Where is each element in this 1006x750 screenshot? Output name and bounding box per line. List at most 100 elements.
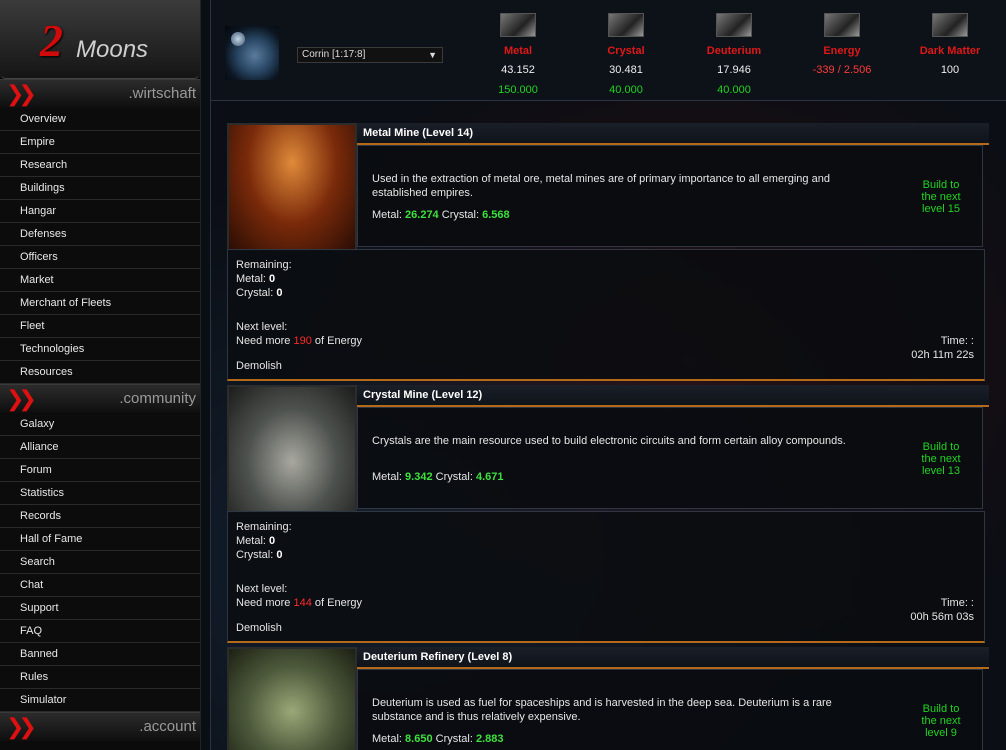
sidebar-item-search[interactable]: Search [0, 551, 200, 574]
resource-amount: -339 / 2.506 [812, 64, 872, 76]
sidebar-section-label: .wirtschaft [128, 85, 196, 102]
building-details: Remaining: Metal: 0 Crystal: 0 Next level: N… [227, 249, 985, 381]
sidebar-item-merchant-of-fleets[interactable]: Merchant of Fleets [0, 292, 200, 315]
resource-amount: 100 [940, 64, 960, 76]
cost-crystal-label: Crystal: [435, 471, 473, 483]
build-time: Time: : 00h 56m 03s [910, 596, 974, 624]
build-next-level-button[interactable]: Build to the next level 9 [916, 703, 966, 739]
energy-requirement: Need more 144 of Energy [236, 596, 362, 610]
building-title[interactable]: Metal Mine (Level 14) [357, 123, 989, 145]
building-description-panel: Used in the extraction of metal ore, met… [357, 145, 983, 247]
planet-image[interactable] [225, 26, 279, 80]
remaining-info: Remaining: Metal: 0 Crystal: 0 Next level: N… [236, 520, 362, 610]
building-cost: Metal: 9.342 Crystal: 4.671 [372, 471, 504, 483]
double-chevron-icon: ❯❯ [6, 82, 37, 107]
resource-amount: 17.946 [717, 64, 751, 76]
sidebar-menu: Overview Empire Research Buildings Hangar Def… [0, 108, 200, 384]
sidebar-section-label: .account [139, 718, 196, 735]
header: Corrin [1:17:8] ▼ Metal 43.152 150.000 Crys… [210, 0, 1006, 101]
sidebar-item-rules[interactable]: Rules [0, 666, 200, 689]
cost-metal: 8.650 [405, 733, 433, 745]
sidebar-item-officers[interactable]: Officers [0, 246, 200, 269]
remaining-crystal: Crystal: 0 [236, 548, 362, 562]
demolish-link[interactable]: Demolish [236, 360, 282, 372]
building-description: Deuterium is used as fuel for spaceships… [372, 697, 832, 723]
sidebar-item-hall-of-fame[interactable]: Hall of Fame [0, 528, 200, 551]
need-prefix: Need more [236, 335, 291, 347]
sidebar-item-support[interactable]: Support [0, 597, 200, 620]
need-energy-value: 190 [293, 335, 312, 347]
resource-name: Crystal [607, 45, 645, 57]
cost-crystal: 4.671 [475, 471, 504, 483]
remaining-crystal-value: 0 [276, 549, 283, 561]
building-description-panel: Deuterium is used as fuel for spaceships… [357, 669, 983, 750]
remaining-info: Remaining: Metal: 0 Crystal: 0 Next level: N… [236, 258, 362, 348]
building-title[interactable]: Crystal Mine (Level 12) [357, 385, 989, 407]
sidebar-item-faq[interactable]: FAQ [0, 620, 200, 643]
sidebar-item-fleet[interactable]: Fleet [0, 315, 200, 338]
sidebar-item-forum[interactable]: Forum [0, 459, 200, 482]
sidebar: 2 Moons ❯❯ .wirtschaft Overview Empire Resea… [0, 0, 201, 750]
building-cost: Metal: 26.274 Crystal: 6.568 [372, 209, 510, 221]
remaining-metal: Metal: 0 [236, 272, 362, 286]
time-label: Time: : [940, 335, 974, 347]
dark-matter-icon[interactable] [932, 13, 968, 37]
sidebar-item-statistics[interactable]: Statistics [0, 482, 200, 505]
buildings-list: Metal Mine (Level 14) Used in the extract… [210, 101, 1006, 750]
sidebar-item-simulator[interactable]: Simulator [0, 689, 200, 712]
sidebar-item-overview[interactable]: Overview [0, 108, 200, 131]
demolish-link[interactable]: Demolish [236, 622, 282, 634]
planet-select[interactable]: Corrin [1:17:8] ▼ [297, 47, 443, 63]
sidebar-item-empire[interactable]: Empire [0, 131, 200, 154]
next-level-label: Next level: [236, 583, 288, 595]
need-energy-value: 144 [293, 597, 312, 609]
sidebar-item-buildings[interactable]: Buildings [0, 177, 200, 200]
sidebar-item-records[interactable]: Records [0, 505, 200, 528]
remaining-metal-label: Metal: [236, 535, 266, 547]
building-title[interactable]: Deuterium Refinery (Level 8) [357, 647, 989, 669]
planet-select-value: Corrin [1:17:8] [302, 49, 366, 60]
build-next-level-button[interactable]: Build to the next level 13 [916, 441, 966, 477]
resource-name: Energy [823, 45, 861, 57]
remaining-metal: Metal: 0 [236, 534, 362, 548]
metal-icon[interactable] [500, 13, 536, 37]
energy-icon[interactable] [824, 13, 860, 37]
sidebar-sections: ❯❯ .wirtschaft Overview Empire Research Build… [0, 79, 200, 741]
resource-capacity: 150.000 [498, 84, 538, 96]
time-label: Time: : [940, 597, 974, 609]
remaining-metal-label: Metal: [236, 273, 266, 285]
sidebar-item-galaxy[interactable]: Galaxy [0, 413, 200, 436]
next-level-label: Next level: [236, 321, 288, 333]
logo[interactable]: 2 Moons [0, 0, 200, 79]
deuterium-icon[interactable] [716, 13, 752, 37]
building-image[interactable] [227, 647, 357, 750]
sidebar-item-resources[interactable]: Resources [0, 361, 200, 384]
sidebar-item-technologies[interactable]: Technologies [0, 338, 200, 361]
sidebar-item-alliance[interactable]: Alliance [0, 436, 200, 459]
cost-metal: 9.342 [405, 471, 433, 483]
resource-name: Deuterium [706, 45, 762, 57]
building-image[interactable] [227, 123, 357, 251]
build-next-level-button[interactable]: Build to the next level 15 [916, 179, 966, 215]
build-time: Time: : 02h 11m 22s [911, 334, 974, 362]
need-suffix: of Energy [314, 597, 362, 609]
sidebar-section-header: ❯❯ .wirtschaft [0, 79, 200, 108]
double-chevron-icon: ❯❯ [6, 715, 37, 740]
time-value: 02h 11m 22s [911, 349, 974, 361]
cost-metal-label: Metal: [372, 733, 402, 745]
sidebar-item-hangar[interactable]: Hangar [0, 200, 200, 223]
cost-crystal-label: Crystal: [435, 733, 473, 745]
remaining-crystal: Crystal: 0 [236, 286, 362, 300]
building-description-panel: Crystals are the main resource used to b… [357, 407, 983, 509]
building-image[interactable] [227, 385, 357, 513]
remaining-crystal-label: Crystal: [236, 549, 274, 561]
crystal-icon[interactable] [608, 13, 644, 37]
sidebar-item-defenses[interactable]: Defenses [0, 223, 200, 246]
sidebar-item-research[interactable]: Research [0, 154, 200, 177]
sidebar-item-market[interactable]: Market [0, 269, 200, 292]
cost-metal: 26.274 [405, 209, 439, 221]
remaining-label: Remaining: [236, 521, 292, 533]
resource-crystal: Crystal 30.481 40.000 [581, 13, 671, 96]
sidebar-item-chat[interactable]: Chat [0, 574, 200, 597]
sidebar-item-banned[interactable]: Banned [0, 643, 200, 666]
